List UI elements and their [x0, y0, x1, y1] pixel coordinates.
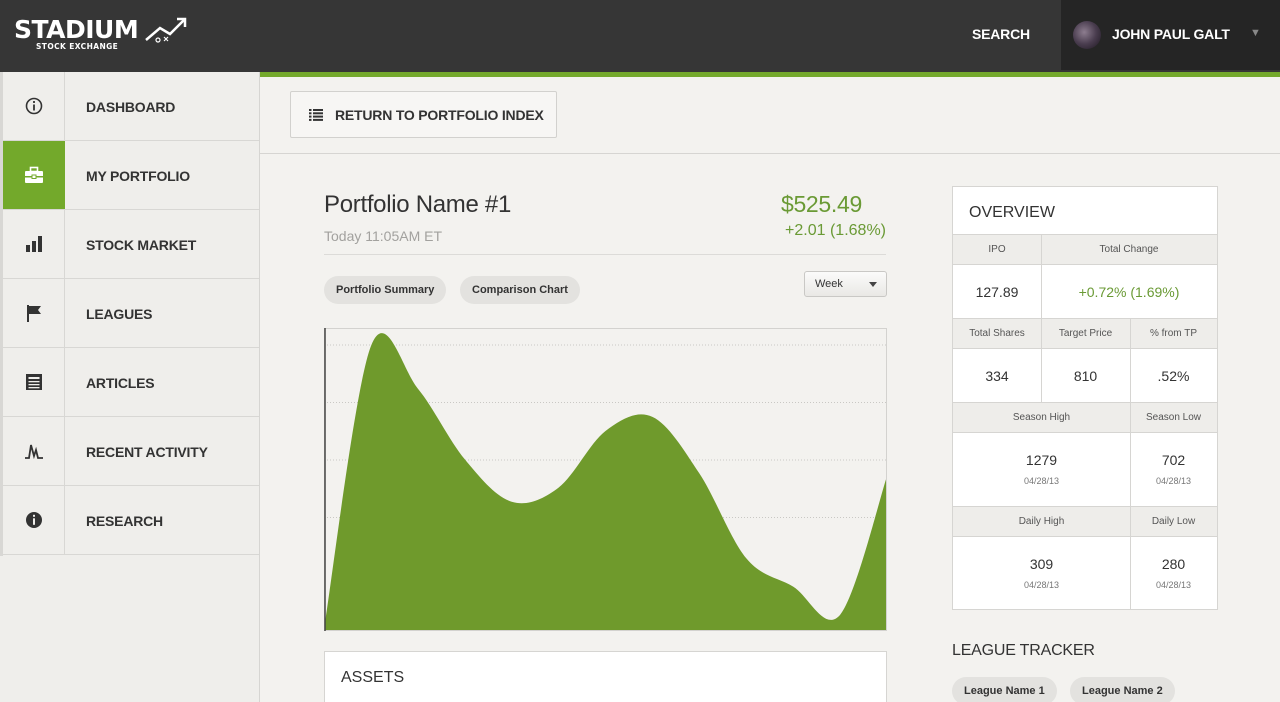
timestamp: Today 11:05AM ET: [324, 228, 443, 244]
total-shares-value-text: 334: [985, 368, 1009, 384]
bar-chart-icon: [3, 210, 65, 278]
list-icon: [309, 108, 323, 121]
period-select[interactable]: Week: [804, 271, 887, 297]
return-button-label: RETURN TO PORTFOLIO INDEX: [335, 106, 544, 123]
portfolio-change: +2.01 (1.68%): [785, 222, 886, 239]
total-change-label: Total Change: [1099, 244, 1159, 255]
daily-low-label: Daily Low: [1151, 516, 1196, 527]
overview-header-row: Season High Season Low: [953, 402, 1217, 433]
sidebar-item-label: MY PORTFOLIO: [86, 168, 190, 184]
activity-icon: [3, 417, 65, 485]
ipo-value-text: 127.89: [975, 284, 1019, 300]
brand-logo[interactable]: STADIUM STOCK EXCHANGE: [14, 15, 187, 51]
overview-header-row: IPO Total Change: [953, 234, 1217, 265]
tab-portfolio-summary[interactable]: Portfolio Summary: [324, 276, 447, 304]
sidebar-item-dashboard[interactable]: DASHBOARD: [0, 72, 259, 141]
assets-title: ASSETS: [341, 669, 405, 686]
total-change-value-text: +0.72% (1.69%): [1078, 284, 1180, 300]
sidebar-item-label: RESEARCH: [86, 513, 163, 529]
overview-header-row: Total Shares Target Price % from TP: [953, 318, 1217, 349]
sidebar-item-articles[interactable]: ARTICLES: [0, 348, 259, 417]
divider: [260, 153, 1280, 154]
overview-title: OVERVIEW: [969, 204, 1055, 221]
brand-name: STADIUM: [14, 15, 139, 44]
divider: [1041, 234, 1042, 318]
accent-stripe: [260, 72, 1280, 77]
search-link[interactable]: SEARCH: [972, 26, 1030, 42]
sidebar: DASHBOARD MY PORTFOLIO STOCK MARKET LEAG…: [0, 72, 260, 702]
season-low-value-text: 702: [1161, 452, 1186, 468]
daily-low-value: 280 04/28/13: [1130, 537, 1217, 609]
target-price-value-text: 810: [1073, 368, 1098, 384]
sidebar-item-label: LEAGUES: [86, 306, 153, 322]
flag-icon: [3, 279, 65, 347]
season-low-date: 04/28/13: [1155, 476, 1192, 486]
daily-high-label: Daily High: [1018, 516, 1065, 527]
sidebar-item-label: ARTICLES: [86, 375, 155, 391]
sidebar-item-my-portfolio[interactable]: MY PORTFOLIO: [0, 141, 259, 210]
info-circle-icon: [3, 72, 65, 140]
user-menu[interactable]: JOHN PAUL GALT ▼: [1061, 0, 1280, 70]
assets-panel: ASSETS: [324, 651, 887, 702]
sidebar-item-research[interactable]: RESEARCH: [0, 486, 259, 555]
total-shares-value: 334: [953, 349, 1041, 403]
daily-high-date: 04/28/13: [1023, 580, 1060, 590]
chevron-down-icon[interactable]: ▼: [1250, 27, 1261, 39]
sidebar-item-label: RECENT ACTIVITY: [86, 444, 208, 460]
from-tp-label: % from TP: [1149, 328, 1198, 339]
ipo-value: 127.89: [953, 265, 1041, 319]
from-tp-value-text: .52%: [1157, 368, 1190, 384]
divider: [1041, 318, 1042, 402]
chevron-down-icon: [869, 282, 877, 287]
ipo-label: IPO: [988, 244, 1006, 255]
portfolio-price: $525.49: [780, 191, 862, 217]
total-change-value: +0.72% (1.69%): [1041, 265, 1217, 319]
sidebar-item-stock-market[interactable]: STOCK MARKET: [0, 210, 259, 279]
season-high-value: 1279 04/28/13: [953, 433, 1130, 505]
sidebar-item-recent-activity[interactable]: RECENT ACTIVITY: [0, 417, 259, 486]
daily-high-value: 309 04/28/13: [953, 537, 1130, 609]
period-select-value: Week: [815, 278, 843, 290]
divider: [1130, 318, 1131, 609]
sidebar-item-label: STOCK MARKET: [86, 237, 197, 253]
from-tp-value: .52%: [1130, 349, 1217, 403]
target-price-label: Target Price: [1058, 328, 1113, 339]
league-tracker-title: LEAGUE TRACKER: [952, 642, 1095, 659]
season-high-value-text: 1279: [1025, 452, 1058, 468]
sidebar-item-label: DASHBOARD: [86, 99, 176, 115]
briefcase-icon: [3, 141, 65, 209]
overview-header-row: Daily High Daily Low: [953, 506, 1217, 537]
daily-low-date: 04/28/13: [1155, 580, 1192, 590]
return-to-portfolio-index-button[interactable]: RETURN TO PORTFOLIO INDEX: [290, 91, 557, 138]
sidebar-item-leagues[interactable]: LEAGUES: [0, 279, 259, 348]
info-solid-icon: [3, 486, 65, 554]
user-name: JOHN PAUL GALT: [1112, 26, 1230, 42]
league-tab-1[interactable]: League Name 1: [952, 677, 1057, 702]
season-high-label: Season High: [1012, 412, 1071, 423]
daily-low-value-text: 280: [1161, 556, 1186, 572]
season-low-label: Season Low: [1145, 412, 1202, 423]
tab-comparison-chart[interactable]: Comparison Chart: [460, 276, 580, 304]
season-high-date: 04/28/13: [1023, 476, 1060, 486]
overview-panel: OVERVIEW IPO Total Change 127.89 +0.72% …: [952, 186, 1218, 610]
top-bar: STADIUM STOCK EXCHANGE SEARCH JOHN PAUL …: [0, 0, 1280, 72]
portfolio-area-chart: [324, 328, 887, 631]
daily-high-value-text: 309: [1029, 556, 1054, 572]
page-title: Portfolio Name #1: [324, 191, 511, 218]
total-shares-label: Total Shares: [969, 328, 1025, 339]
divider: [324, 254, 886, 255]
chart-area-series: [324, 333, 887, 631]
newspaper-icon: [3, 348, 65, 416]
season-low-value: 702 04/28/13: [1130, 433, 1217, 505]
league-tab-2[interactable]: League Name 2: [1070, 677, 1175, 702]
avatar: [1073, 21, 1101, 49]
target-price-value: 810: [1041, 349, 1130, 403]
trend-arrow-icon: [145, 17, 187, 43]
